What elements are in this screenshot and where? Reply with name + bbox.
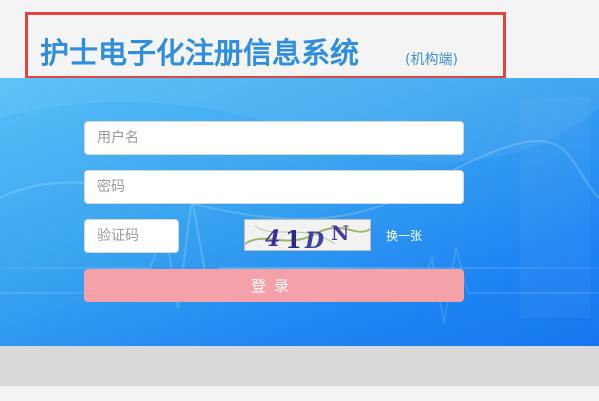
title-frame: 护士电子化注册信息系统 (机构端) xyxy=(25,12,506,79)
captcha-char-2: 1 xyxy=(285,225,302,251)
password-input[interactable] xyxy=(84,170,464,204)
banner-background-graphic xyxy=(0,78,599,324)
header: 护士电子化注册信息系统 (机构端) xyxy=(0,0,599,79)
captcha-char-1: 4 xyxy=(265,226,280,251)
login-banner xyxy=(0,78,599,346)
captcha-image[interactable]: 4 1 D N xyxy=(244,219,371,251)
login-page: 护士电子化注册信息系统 (机构端) 4 xyxy=(0,0,599,401)
page-subtitle: (机构端) xyxy=(405,52,458,68)
captcha-char-3: D xyxy=(304,228,324,251)
refresh-captcha-link[interactable]: 换一张 xyxy=(386,227,422,244)
footer-bar xyxy=(0,346,599,386)
bottom-strip xyxy=(0,386,599,401)
page-title: 护士电子化注册信息系统 xyxy=(40,36,360,70)
username-input[interactable] xyxy=(84,121,464,155)
captcha-char-4: N xyxy=(331,221,349,245)
login-button[interactable]: 登录 xyxy=(84,269,464,302)
captcha-input[interactable] xyxy=(84,219,179,253)
